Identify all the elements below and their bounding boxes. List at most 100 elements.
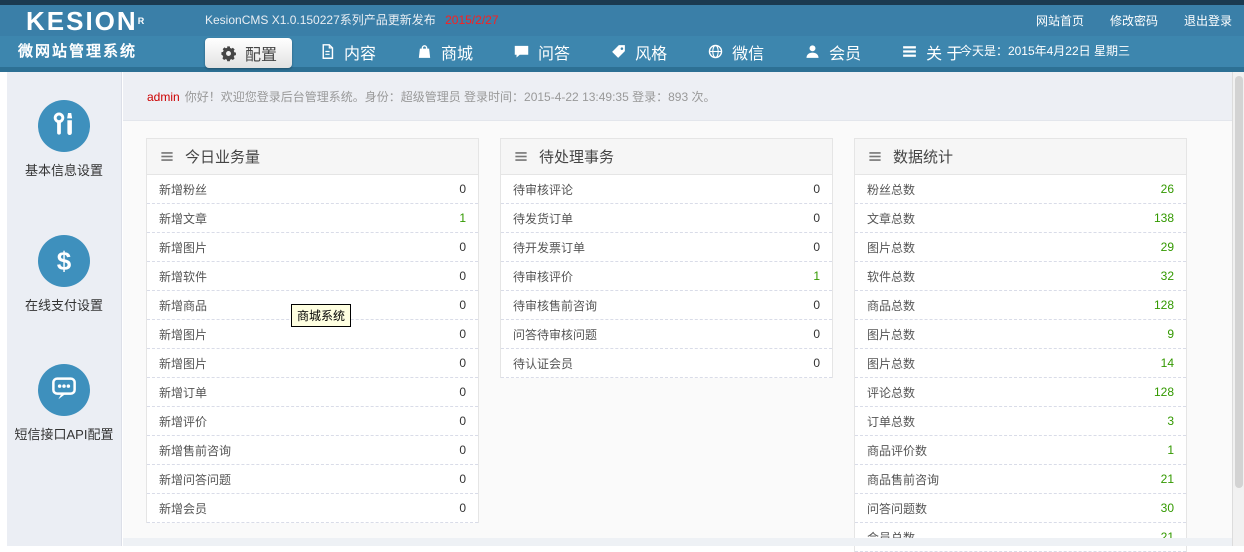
sidebar-item-1[interactable]: $在线支付设置 [7, 235, 121, 314]
tools-icon [49, 109, 79, 144]
stat-row: 待认证会员0 [501, 349, 832, 378]
stat-label: 待审核评论 [513, 181, 573, 198]
stat-label: 评论总数 [867, 384, 915, 401]
sidebar-icon-circle: $ [38, 235, 90, 287]
stat-value: 1 [459, 211, 466, 225]
stat-row: 新增粉丝 0 [147, 175, 478, 204]
nav-item-label: 内容 [344, 40, 376, 64]
announcement-text: KesionCMS X1.0.150227系列产品更新发布 [205, 13, 436, 27]
stat-label: 新增图片 [159, 355, 207, 372]
stat-row: 新增订单0 [147, 378, 478, 407]
nav-item-1[interactable]: 内容 [306, 36, 389, 67]
stat-label: 问答问题数 [867, 500, 927, 517]
nav-item-label: 风格 [635, 40, 667, 64]
menu-icon [901, 43, 918, 60]
screen: KESIONR KesionCMS X1.0.150227系列产品更新发布 20… [0, 0, 1244, 546]
stat-value: 26 [1161, 182, 1174, 196]
stat-row: 新增图片0 [147, 349, 478, 378]
horizontal-scrollbar[interactable] [123, 538, 1232, 546]
stat-row: 粉丝总数 26 [855, 175, 1186, 204]
stat-label: 新增粉丝 [159, 181, 207, 198]
stat-value: 21 [1161, 472, 1174, 486]
stat-value: 128 [1154, 385, 1174, 399]
welcome-bar: admin你好！欢迎您登录后台管理系统。身份：超级管理员 登录时间：2015-4… [123, 72, 1232, 121]
sidebar-item-label: 基本信息设置 [7, 160, 121, 179]
stat-row: 商品评价数1 [855, 436, 1186, 465]
list-icon [867, 149, 883, 164]
nav-item-5[interactable]: 微信 [694, 36, 777, 67]
document-icon [319, 43, 336, 60]
stat-label: 粉丝总数 [867, 181, 915, 198]
nav-item-2[interactable]: 商城 [403, 36, 486, 67]
stat-row: 图片总数14 [855, 349, 1186, 378]
stat-row: 商品售前咨询 21 [855, 465, 1186, 494]
stat-label: 待审核评价 [513, 268, 573, 285]
nav-item-4[interactable]: 风格 [597, 36, 680, 67]
stat-value: 29 [1161, 240, 1174, 254]
stat-value: 0 [459, 298, 466, 312]
panel-1: 待处理事务待审核评论0待发货订单0待开发票订单0待审核评价1待审核售前咨询0问答… [500, 138, 833, 378]
nav-item-label: 微信 [732, 40, 764, 64]
sidebar-item-2[interactable]: 短信接口API配置 [7, 364, 121, 443]
stat-value: 14 [1161, 356, 1174, 370]
navbar: 微网站管理系统 配置内容商城问答风格微信会员关 于 今天是：2015年4月22日… [0, 36, 1244, 72]
scrollbar-thumb[interactable] [1235, 76, 1243, 488]
stat-row: 图片总数29 [855, 233, 1186, 262]
stat-label: 待开发票订单 [513, 239, 585, 256]
stat-value: 9 [1167, 327, 1174, 341]
panel-header: 待处理事务 [501, 139, 832, 175]
stat-label: 新增评价 [159, 413, 207, 430]
chat-bubble-icon [513, 43, 530, 60]
gear-icon [220, 45, 237, 62]
stat-value: 0 [813, 298, 820, 312]
nav-item-3[interactable]: 问答 [500, 36, 583, 67]
stat-value: 0 [813, 356, 820, 370]
toplink-1[interactable]: 修改密码 [1110, 14, 1158, 28]
stat-label: 商品总数 [867, 297, 915, 314]
stat-row: 待发货订单 0 [501, 204, 832, 233]
stat-label: 待审核售前咨询 [513, 297, 597, 314]
stat-label: 新增商品 [159, 297, 207, 314]
stat-row: 待审核评论0 [501, 175, 832, 204]
shopping-bag-icon [416, 43, 433, 60]
stat-value: 0 [459, 501, 466, 515]
stat-label: 新增图片 [159, 239, 207, 256]
stat-row: 软件总数32 [855, 262, 1186, 291]
nav-item-label: 关 于 [926, 40, 962, 64]
stat-row: 新增问答问题0 [147, 465, 478, 494]
sidebar-item-label: 短信接口API配置 [7, 424, 121, 443]
stat-value: 0 [459, 327, 466, 341]
stat-value: 0 [459, 269, 466, 283]
stat-label: 商品售前咨询 [867, 471, 939, 488]
list-icon [159, 149, 175, 164]
sidebar-item-0[interactable]: 基本信息设置 [7, 100, 121, 179]
stat-label: 新增售前咨询 [159, 442, 231, 459]
stat-value: 30 [1161, 501, 1174, 515]
stat-value: 0 [459, 472, 466, 486]
toplink-0[interactable]: 网站首页 [1036, 14, 1084, 28]
sidebar: 基本信息设置 $在线支付设置短信接口API配置 [7, 72, 122, 546]
vertical-scrollbar[interactable] [1232, 72, 1244, 546]
toplink-2[interactable]: 退出登录 [1184, 14, 1232, 28]
stat-value: 0 [813, 211, 820, 225]
admin-username: admin [147, 90, 180, 104]
stat-value: 0 [459, 182, 466, 196]
stat-row: 新增售前咨询 0 [147, 436, 478, 465]
nav-item-6[interactable]: 会员 [791, 36, 874, 67]
stat-value: 0 [459, 443, 466, 457]
stat-row: 待审核评价 1 [501, 262, 832, 291]
stat-row: 图片总数9 [855, 320, 1186, 349]
stat-label: 文章总数 [867, 210, 915, 227]
stat-value: 32 [1161, 269, 1174, 283]
stat-value: 128 [1154, 298, 1174, 312]
stat-row: 评论总数 128 [855, 378, 1186, 407]
dollar-icon: $ [57, 248, 71, 275]
announcement-date: 2015/2/27 [445, 13, 498, 27]
nav-item-0[interactable]: 配置 [205, 38, 292, 68]
stat-label: 新增订单 [159, 384, 207, 401]
stat-label: 待发货订单 [513, 210, 573, 227]
panel-header: 数据统计 [855, 139, 1186, 175]
stat-value: 0 [459, 240, 466, 254]
kesion-logo: KESIONR [26, 8, 144, 34]
stat-value: 1 [813, 269, 820, 283]
